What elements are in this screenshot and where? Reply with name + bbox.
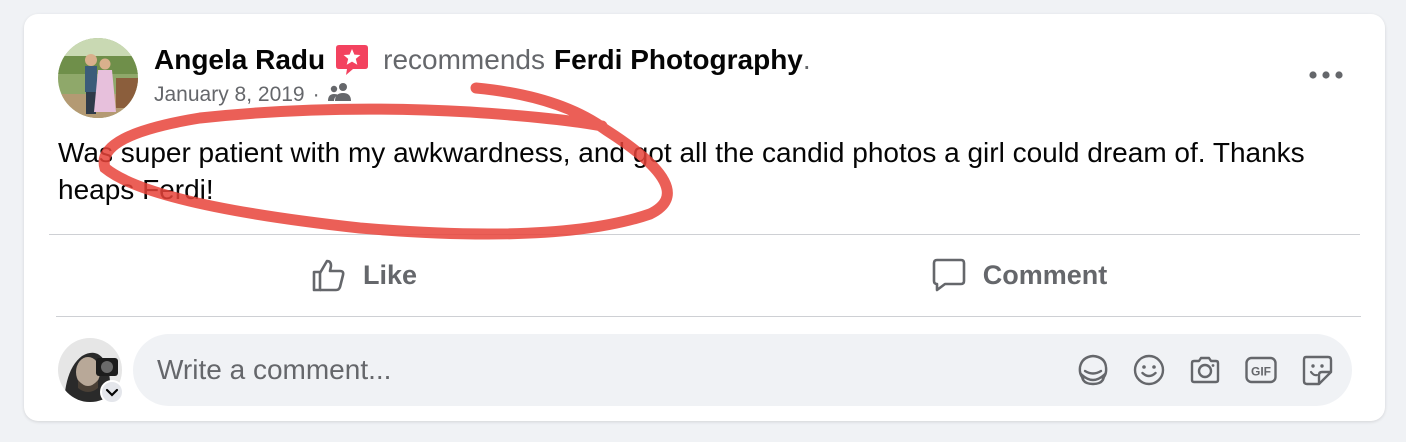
comment-icon [931,257,967,293]
comment-button[interactable]: Comment [704,250,1334,300]
emoji-icon[interactable] [1131,352,1167,388]
gif-icon[interactable]: GIF [1243,352,1279,388]
meta-separator: · [312,83,320,106]
thumbs-up-icon [311,257,347,293]
svg-text:GIF: GIF [1251,365,1271,379]
sentence-period: . [802,44,811,75]
post-header: Angela Radu recommends Ferdi Photography… [154,40,811,80]
post-meta: January 8, 2019 · [154,82,352,108]
more-options-button[interactable] [1301,60,1351,90]
comment-composer: GIF [133,334,1352,406]
avatar-sticker-icon[interactable] [1075,352,1111,388]
more-horizontal-icon [1309,71,1343,79]
like-button[interactable]: Like [54,250,674,300]
recommends-text: recommends [383,44,545,75]
like-label: Like [362,259,418,290]
post-card: Angela Radu recommends Ferdi Photography… [24,14,1385,421]
post-text: Was super patient with my awkwardness, a… [58,137,1305,205]
post-date[interactable]: January 8, 2019 [154,83,305,107]
camera-icon[interactable] [1187,352,1223,388]
chevron-down-icon [100,380,124,404]
current-user-avatar[interactable] [58,338,124,404]
recommend-star-icon [335,43,369,77]
page-link[interactable]: Ferdi Photography [554,44,803,76]
author-avatar[interactable] [58,38,138,118]
author-name[interactable]: Angela Radu [154,44,325,76]
divider-bottom [56,316,1361,317]
sticker-icon[interactable] [1299,352,1335,388]
friends-icon [327,82,352,108]
comment-input[interactable] [157,334,1037,406]
comment-label: Comment [982,259,1108,290]
divider-top [49,234,1360,235]
